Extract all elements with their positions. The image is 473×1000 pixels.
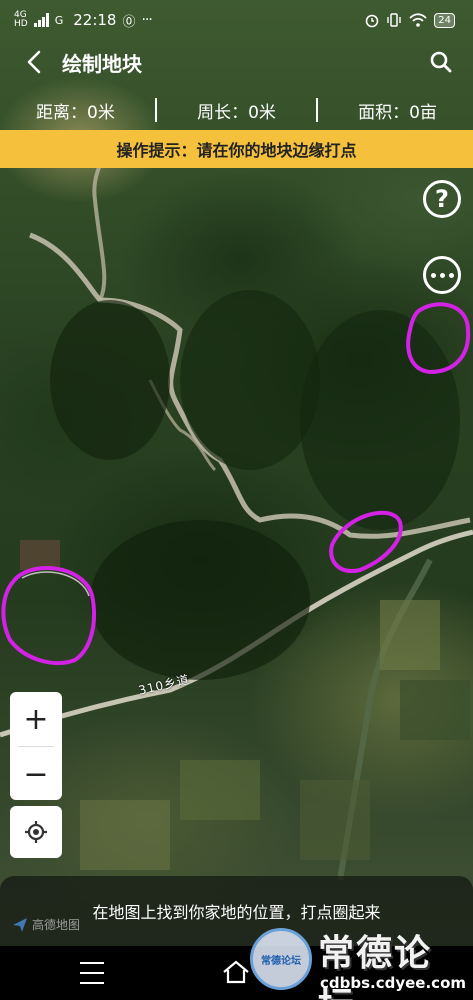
- menu-icon[interactable]: [80, 962, 104, 984]
- watermark-url: cdbbs.cdyee.com: [320, 974, 467, 992]
- more-notifications-icon: ···: [141, 12, 152, 28]
- area-readout: 面积：0亩: [358, 102, 437, 123]
- search-icon: [430, 51, 452, 73]
- map-logo-text: 高德地图: [32, 918, 81, 932]
- page-title: 绘制地块: [62, 51, 142, 76]
- plot-outline-3: [1, 565, 97, 666]
- distance-readout: 距离：0米: [36, 102, 115, 123]
- forum-watermark: 常德论坛 常德论坛 cdbbs.cdyee.com: [244, 920, 469, 1000]
- map-logo: 高德地图: [12, 916, 80, 933]
- forest: [180, 290, 320, 470]
- field-patch: [20, 540, 60, 570]
- help-button[interactable]: ?: [423, 180, 461, 218]
- network-sub-label: HD: [14, 19, 28, 29]
- status-right: 24: [364, 12, 455, 28]
- watermark-seal-text: 常德论坛: [261, 955, 301, 967]
- more-button[interactable]: [423, 256, 461, 294]
- forest: [90, 520, 310, 680]
- locate-button[interactable]: [10, 806, 62, 858]
- network2-label: G: [54, 13, 64, 27]
- tip-banner: 操作提示：请在你的地块边缘打点: [0, 130, 473, 168]
- forest: [300, 310, 460, 530]
- status-left: 4G HD G 22:18 ⓪ ···: [14, 11, 153, 30]
- network-indicator: 4G HD: [14, 11, 28, 29]
- field-patch: [400, 680, 470, 740]
- vibrate-icon: [387, 13, 401, 27]
- notification-icon: ⓪: [122, 14, 136, 30]
- tip-text: 操作提示：请在你的地块边缘打点: [116, 141, 357, 160]
- paper-plane-icon: [13, 917, 27, 932]
- divider: [154, 98, 157, 122]
- status-bar: 4G HD G 22:18 ⓪ ··· 24: [0, 0, 473, 40]
- crosshair-icon: [25, 821, 47, 843]
- help-icon: ?: [435, 185, 449, 213]
- zoom-out-button[interactable]: −: [10, 747, 62, 800]
- app-header: 绘制地块: [0, 40, 473, 84]
- back-button[interactable]: [10, 40, 58, 84]
- more-icon: [430, 272, 454, 278]
- clock: 22:18: [73, 11, 117, 29]
- village-road-2: [92, 148, 112, 301]
- alarm-icon: [365, 14, 379, 28]
- measure-bar: 距离：0米 周长：0米 面积：0亩: [0, 90, 473, 130]
- zoom-in-button[interactable]: +: [10, 692, 62, 746]
- wifi-icon: [409, 13, 427, 27]
- zoom-controls: + −: [10, 692, 62, 800]
- chevron-left-icon: [27, 50, 41, 74]
- perimeter-readout: 周长：0米: [197, 102, 276, 123]
- forest: [50, 300, 170, 460]
- field-patch: [380, 600, 440, 670]
- signal-icon: [33, 13, 49, 27]
- field-patch: [80, 800, 170, 870]
- search-button[interactable]: [425, 46, 457, 78]
- watermark-seal: 常德论坛: [250, 928, 312, 990]
- battery-icon: 24: [434, 12, 455, 28]
- field-patch: [300, 780, 370, 860]
- divider: [316, 98, 319, 122]
- field-patch: [180, 760, 260, 820]
